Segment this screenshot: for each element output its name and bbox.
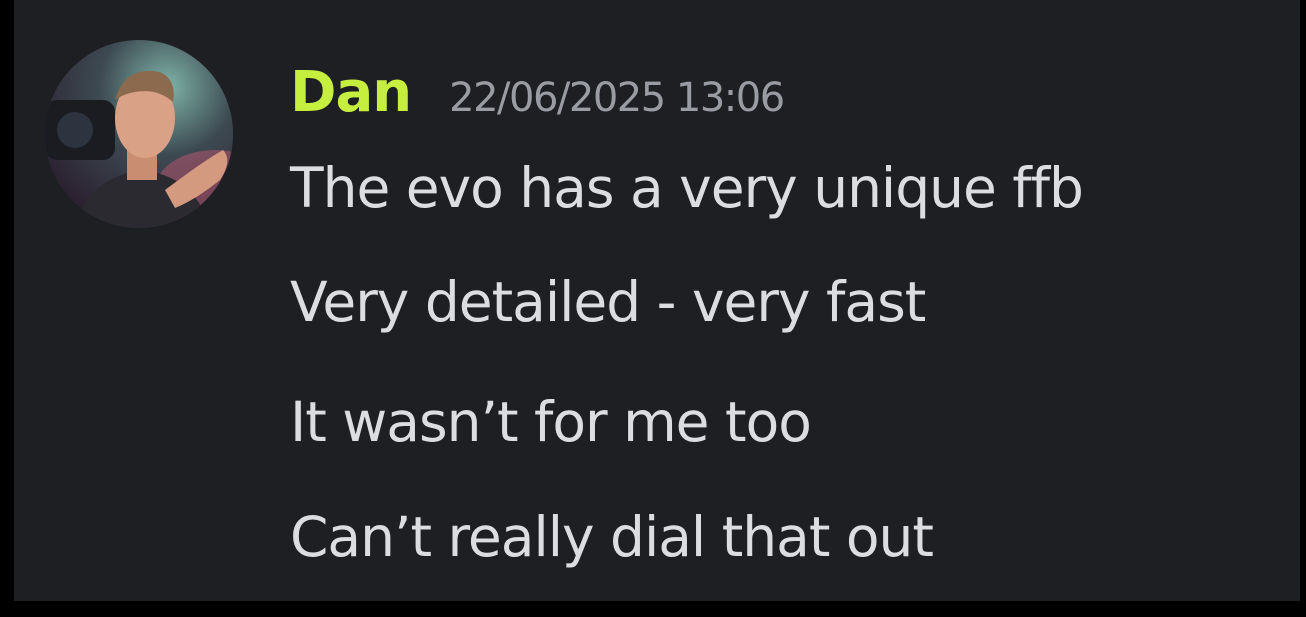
message-line: Very detailed - very fast [290,270,926,334]
screenshot: Dan 22/06/2025 13:06 The evo has a very … [0,0,1306,617]
chat-message: Dan 22/06/2025 13:06 The evo has a very … [14,0,1300,601]
avatar-photo-icon [45,40,233,228]
message-timestamp: 22/06/2025 13:06 [449,75,785,121]
user-avatar[interactable] [45,40,233,228]
message-header: Dan 22/06/2025 13:06 [290,60,785,130]
message-line: The evo has a very unique ffb [290,156,1084,220]
chat-panel: Dan 22/06/2025 13:06 The evo has a very … [14,0,1300,601]
message-line: It wasn’t for me too [290,390,812,454]
username[interactable]: Dan [290,60,412,125]
message-line: Can’t really dial that out [290,505,934,569]
